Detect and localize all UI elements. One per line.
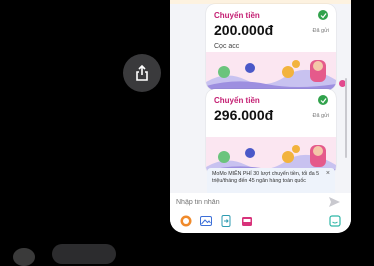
check-icon — [318, 95, 328, 105]
card-status: Đã gửi — [312, 113, 329, 119]
message-input[interactable] — [176, 196, 318, 209]
chat-messages: Chuyển tiền 200.000đ Đã gửi Cọc acc Chuy… — [170, 0, 351, 204]
gift-icon[interactable] — [241, 215, 253, 227]
transfer-card-2[interactable]: Chuyển tiền 296.000đ Đã gửi — [206, 89, 336, 175]
share-icon — [136, 64, 148, 81]
share-button[interactable] — [123, 54, 161, 92]
composer — [170, 193, 351, 211]
transfer-icon[interactable] — [220, 215, 232, 227]
card-title: Chuyển tiền — [214, 96, 260, 105]
card-note: Cọc acc — [214, 43, 240, 50]
send-icon[interactable] — [329, 197, 340, 207]
transfer-card-1[interactable]: Chuyển tiền 200.000đ Đã gửi Cọc acc — [206, 4, 336, 90]
card-amount: 296.000đ — [214, 107, 274, 123]
scrollbar[interactable] — [345, 78, 347, 158]
transfer-illustration — [206, 52, 336, 90]
avatar[interactable] — [13, 248, 35, 266]
notice-text: MoMo MIỄN PHÍ 30 lượt chuyển tiền, tối đ… — [212, 171, 320, 184]
sticker-icon[interactable] — [329, 215, 341, 227]
card-status: Đã gửi — [312, 28, 329, 34]
card-title: Chuyển tiền — [214, 11, 260, 20]
money-icon[interactable] — [180, 215, 192, 227]
card-amount: 200.000đ — [214, 22, 274, 38]
image-icon[interactable] — [200, 215, 212, 227]
close-icon[interactable]: × — [326, 170, 330, 177]
chat-toolbar — [170, 211, 351, 233]
chat-screen: Chuyển tiền 200.000đ Đã gửi Cọc acc Chuy… — [170, 0, 351, 233]
check-icon — [318, 10, 328, 20]
bottom-pill[interactable] — [52, 244, 116, 264]
